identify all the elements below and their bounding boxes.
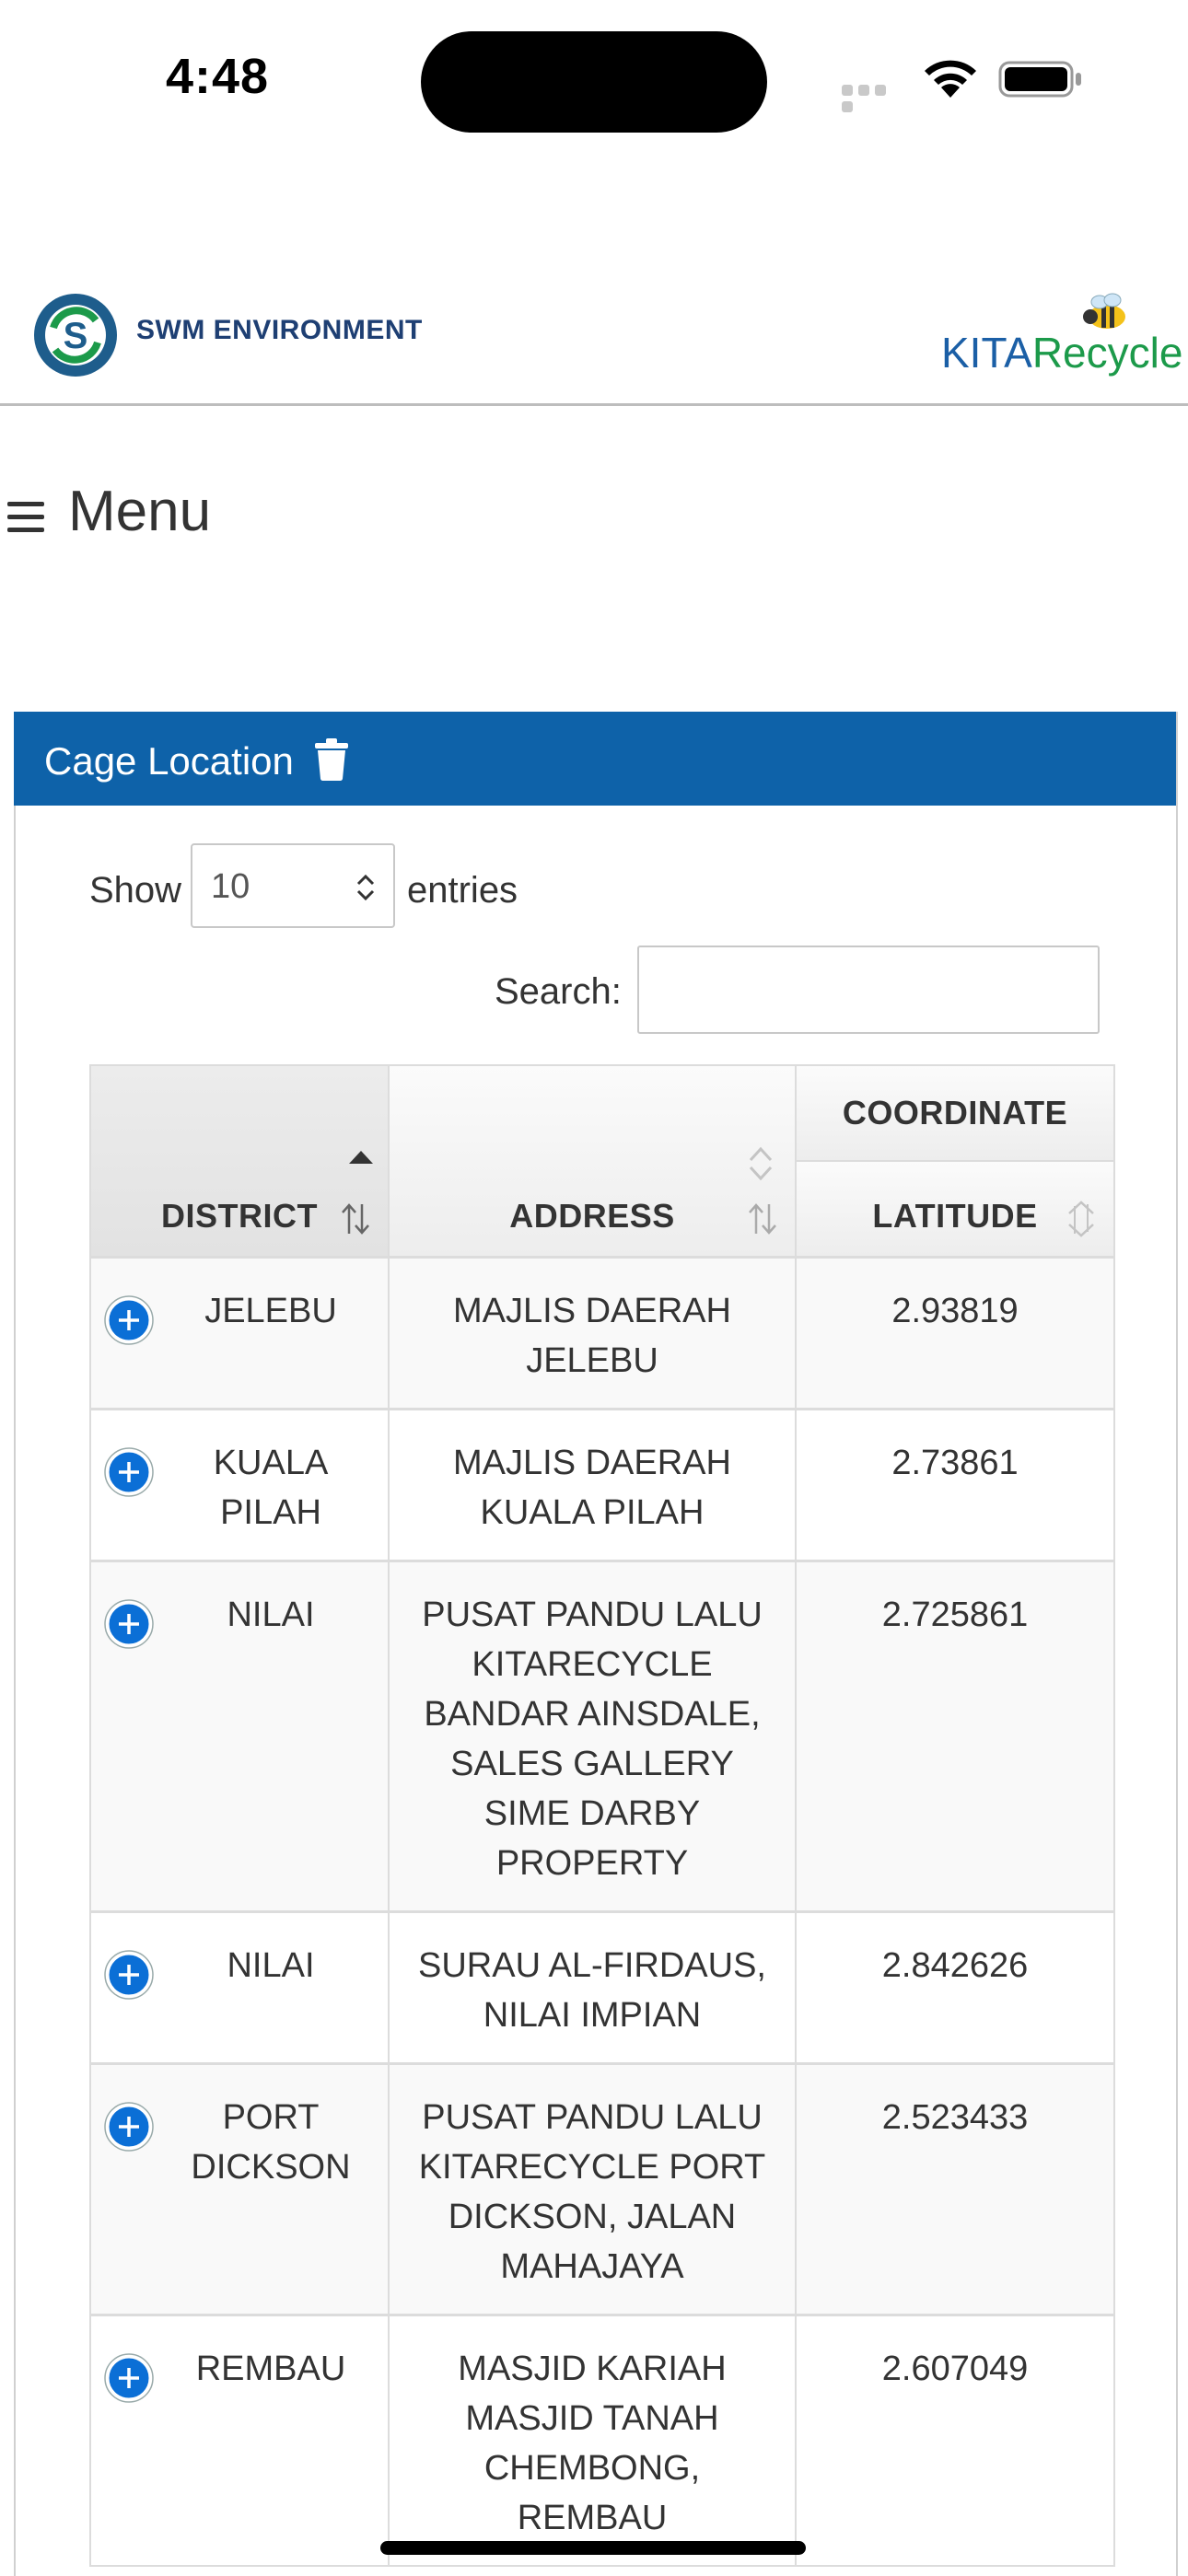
expand-row-icon[interactable] bbox=[104, 1949, 154, 2000]
table-row[interactable]: KUALA PILAH MAJLIS DAERAH KUALA PILAH 2.… bbox=[89, 1407, 1115, 1561]
address-cell: MASJID KARIAH MASJID TANAH CHEMBONG, REM… bbox=[388, 2313, 797, 2567]
search-input[interactable] bbox=[637, 946, 1100, 1034]
column-group-coordinate: COORDINATE bbox=[795, 1064, 1115, 1162]
latitude-cell: 2.523433 bbox=[795, 2061, 1115, 2315]
district-cell: KUALA PILAH bbox=[89, 1407, 390, 1561]
entries-length-value: 10 bbox=[211, 867, 250, 906]
district-cell: REMBAU bbox=[89, 2313, 390, 2567]
cellular-signal-icon bbox=[842, 84, 906, 112]
bee-icon bbox=[1083, 293, 1125, 329]
expand-row-icon[interactable] bbox=[104, 2352, 154, 2403]
sort-both-icon bbox=[1068, 1200, 1094, 1237]
district-cell: NILAI bbox=[89, 1559, 390, 1912]
menu-toggle[interactable]: Menu bbox=[7, 470, 211, 552]
latitude-cell: 2.725861 bbox=[795, 1559, 1115, 1912]
panel-heading: Cage Location bbox=[14, 712, 1176, 806]
latitude-cell: 2.842626 bbox=[795, 1909, 1115, 2064]
swm-logo-icon[interactable]: S bbox=[31, 291, 120, 379]
expand-row-icon[interactable] bbox=[104, 2101, 154, 2152]
latitude-cell: 2.93819 bbox=[795, 1255, 1115, 1410]
kitarecycle-logo-text: KITARecycle bbox=[941, 329, 1183, 377]
address-cell: MAJLIS DAERAH KUALA PILAH bbox=[388, 1407, 797, 1561]
status-bar: 4:48 bbox=[0, 0, 1188, 157]
battery-icon bbox=[998, 61, 1081, 98]
latitude-cell: 2.607049 bbox=[795, 2313, 1115, 2567]
swm-logo-text: SWM ENVIRONMENT bbox=[136, 315, 423, 345]
home-indicator[interactable] bbox=[380, 2541, 806, 2555]
wifi-icon bbox=[925, 60, 976, 98]
column-header-address[interactable]: ADDRESS bbox=[388, 1064, 797, 1258]
dynamic-island bbox=[421, 31, 767, 133]
latitude-cell: 2.73861 bbox=[795, 1407, 1115, 1561]
sort-ascending-icon bbox=[349, 1151, 373, 1164]
sort-toggle-icon bbox=[342, 1202, 369, 1235]
expand-row-icon[interactable] bbox=[104, 1446, 154, 1497]
kitarecycle-logo[interactable]: KITARecycle bbox=[941, 285, 1182, 387]
select-updown-icon bbox=[356, 874, 375, 901]
menu-label[interactable]: Menu bbox=[68, 479, 211, 544]
svg-text:S: S bbox=[64, 316, 88, 356]
search-label: Search: bbox=[495, 971, 622, 1012]
cage-location-panel: Cage Location Show 10 entries Search: DI… bbox=[14, 712, 1178, 2576]
status-time: 4:48 bbox=[166, 49, 270, 104]
district-cell: NILAI bbox=[89, 1909, 390, 2064]
table-row[interactable]: JELEBU MAJLIS DAERAH JELEBU 2.93819 bbox=[89, 1255, 1115, 1410]
address-cell: PUSAT PANDU LALU KITARECYCLE BANDAR AINS… bbox=[388, 1559, 797, 1912]
address-cell: PUSAT PANDU LALU KITARECYCLE PORT DICKSO… bbox=[388, 2061, 797, 2315]
column-header-district[interactable]: DISTRICT bbox=[89, 1064, 390, 1258]
district-cell: JELEBU bbox=[89, 1255, 390, 1410]
district-cell: PORT DICKSON bbox=[89, 2061, 390, 2315]
expand-row-icon[interactable] bbox=[104, 1294, 154, 1345]
table-row[interactable]: NILAI SURAU AL-FIRDAUS, NILAI IMPIAN 2.8… bbox=[89, 1909, 1115, 2064]
entries-length-select[interactable]: 10 bbox=[191, 843, 395, 928]
trash-icon[interactable] bbox=[313, 738, 350, 781]
address-cell: SURAU AL-FIRDAUS, NILAI IMPIAN bbox=[388, 1909, 797, 2064]
hamburger-icon[interactable] bbox=[7, 502, 44, 533]
site-header: S SWM ENVIRONMENT KITARecycle bbox=[0, 267, 1188, 406]
expand-row-icon[interactable] bbox=[104, 1598, 154, 1649]
panel-title: Cage Location bbox=[44, 739, 294, 783]
sort-both-icon bbox=[749, 1146, 773, 1181]
cage-location-table: DISTRICT ADDRESS COORDINATE LATITUDE JEL… bbox=[89, 1064, 1115, 2567]
table-row[interactable]: NILAI PUSAT PANDU LALU KITARECYCLE BANDA… bbox=[89, 1559, 1115, 1912]
table-row[interactable]: PORT DICKSON PUSAT PANDU LALU KITARECYCL… bbox=[89, 2061, 1115, 2315]
table-row[interactable]: REMBAU MASJID KARIAH MASJID TANAH CHEMBO… bbox=[89, 2313, 1115, 2567]
entries-label: entries bbox=[407, 870, 518, 911]
show-label: Show bbox=[89, 870, 182, 911]
address-cell: MAJLIS DAERAH JELEBU bbox=[388, 1255, 797, 1410]
sort-toggle-icon bbox=[749, 1202, 776, 1235]
column-header-latitude[interactable]: LATITUDE bbox=[795, 1160, 1115, 1258]
